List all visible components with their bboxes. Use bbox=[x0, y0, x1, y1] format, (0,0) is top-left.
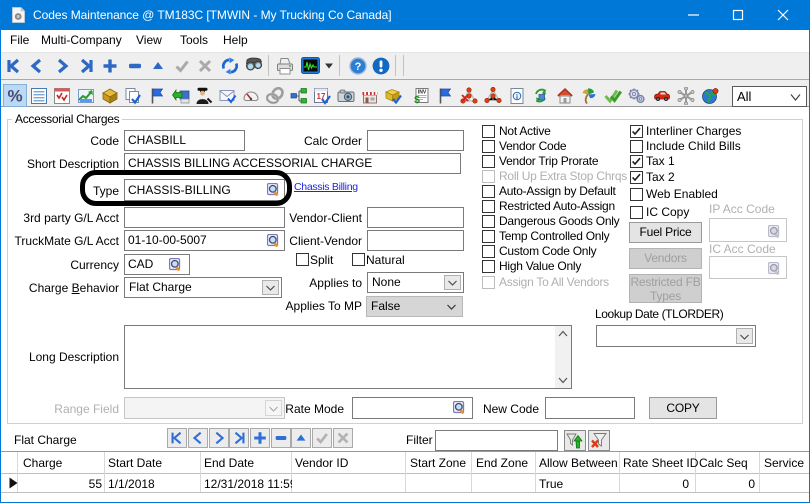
svg-text:$: $ bbox=[414, 95, 420, 105]
svg-text:%: % bbox=[7, 87, 22, 105]
svg-text:i: i bbox=[516, 93, 518, 101]
svg-text:?: ? bbox=[355, 61, 362, 73]
